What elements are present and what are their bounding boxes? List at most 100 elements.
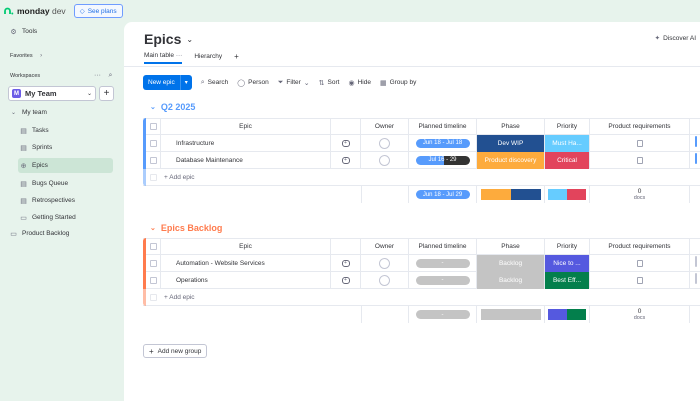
sidebar-tools[interactable]: ⚙ Tools (10, 28, 37, 36)
table-row[interactable]: Database Maintenance + Jul 16 - 29 Produ… (143, 151, 700, 169)
owner-cell[interactable] (361, 151, 409, 169)
column-header-phase[interactable]: Phase (477, 118, 545, 135)
row-checkbox[interactable] (146, 271, 161, 289)
search-button[interactable]: ⌕ Search (201, 79, 229, 87)
row-checkbox[interactable] (146, 151, 161, 169)
owner-cell[interactable] (361, 254, 409, 272)
chevron-down-icon[interactable]: ▾ (179, 75, 192, 90)
owner-cell[interactable] (361, 134, 409, 152)
tab-hierarchy[interactable]: Hierarchy (194, 53, 222, 63)
priority-cell[interactable]: Must Ha... (545, 134, 590, 152)
group-header-q2-2025[interactable]: ⌄ Q2 2025 (150, 102, 195, 112)
row-checkbox[interactable] (146, 254, 161, 272)
phase-cell[interactable]: Dev WIP (477, 134, 545, 152)
discover-ai-button[interactable]: ✦ Discover AI (655, 34, 696, 43)
timeline-cell[interactable]: - (409, 271, 477, 289)
hide-button[interactable]: ◉ Hide (348, 79, 370, 87)
phase-cell[interactable]: Backlog (477, 271, 545, 289)
add-item-input[interactable]: + Add epic (161, 174, 195, 181)
phase-cell[interactable]: Backlog (477, 254, 545, 272)
select-all-checkbox[interactable] (146, 118, 161, 135)
add-view-button[interactable]: + (234, 52, 239, 64)
column-header-priority[interactable]: Priority (545, 238, 590, 255)
page-title[interactable]: Epics ⌄ (144, 31, 193, 47)
tab-main-table[interactable]: Main table ··· (144, 52, 183, 64)
updates-button[interactable]: + (331, 271, 361, 289)
avatar-placeholder-icon (379, 154, 390, 166)
column-header-epic[interactable]: Epic (161, 238, 331, 255)
search-icon[interactable]: ⌕ (107, 72, 114, 79)
sidebar-folder-my-team[interactable]: ⌄ My team (10, 109, 47, 116)
person-filter-button[interactable]: ◯ Person (237, 79, 268, 87)
docs-count: 0 (637, 307, 642, 315)
timeline-cell[interactable]: Jul 16 - 29 (409, 151, 477, 169)
owner-cell[interactable] (361, 271, 409, 289)
tab-label: Hierarchy (194, 53, 223, 60)
row-checkbox[interactable] (146, 134, 161, 152)
table-row[interactable]: Operations + - Backlog Best Eff... (143, 271, 700, 289)
column-header-priority[interactable]: Priority (545, 118, 590, 135)
priority-cell[interactable]: Critical (545, 151, 590, 169)
table-row[interactable]: Infrastructure + Jun 18 - Jul 18 Dev WIP… (143, 134, 700, 152)
sidebar-product-backlog[interactable]: ▭ Product Backlog (10, 230, 69, 238)
add-item-row[interactable]: + Add epic (143, 168, 700, 186)
sidebar-item-getting-started[interactable]: ▭ Getting Started (18, 210, 113, 225)
logo[interactable]: monday dev (4, 6, 66, 16)
item-name[interactable]: Operations (161, 271, 331, 289)
phase-cell[interactable]: Product discovery (477, 151, 545, 169)
requirements-cell[interactable] (590, 134, 690, 152)
select-all-checkbox[interactable] (146, 238, 161, 255)
chevron-down-icon[interactable]: ⌄ (150, 103, 156, 111)
priority-cell[interactable]: Nice to ... (545, 254, 590, 272)
column-header-requirements[interactable]: Product requirements (590, 118, 690, 135)
filter-label: Filter (286, 79, 301, 86)
workspace-selector[interactable]: M My Team ⌄ (8, 86, 96, 101)
filter-button[interactable]: ⏷ Filter ⌄ (278, 79, 310, 87)
add-item-row[interactable]: + Add epic (143, 288, 700, 306)
timeline-cell[interactable]: - (409, 254, 477, 272)
sidebar-favorites[interactable]: Favorites › (10, 52, 45, 59)
requirements-cell[interactable] (590, 151, 690, 169)
add-group-button[interactable]: + Add new group (143, 344, 208, 358)
column-header-timeline[interactable]: Planned timeline (409, 118, 477, 135)
column-header-owner[interactable]: Owner (361, 118, 409, 135)
requirements-cell[interactable] (590, 271, 690, 289)
group-by-button[interactable]: ▦ Group by (380, 79, 416, 87)
phase-distribution-bar (480, 189, 541, 200)
add-item-input[interactable]: + Add epic (161, 294, 195, 301)
updates-button[interactable]: + (331, 151, 361, 169)
requirements-cell[interactable] (590, 254, 690, 272)
chevron-down-icon[interactable]: ⌄ (150, 224, 156, 232)
column-header-epic[interactable]: Epic (161, 118, 331, 135)
add-workspace-button[interactable]: + (99, 86, 114, 101)
more-icon[interactable]: ··· (176, 52, 183, 59)
item-name[interactable]: Database Maintenance (161, 151, 331, 169)
sidebar-item-epics[interactable]: ⊕ Epics (18, 158, 113, 173)
column-header-owner[interactable]: Owner (361, 238, 409, 255)
new-item-button[interactable]: New epic ▾ (143, 75, 192, 90)
avatar-placeholder-icon (379, 257, 390, 269)
item-name[interactable]: Automation - Website Services (161, 254, 331, 272)
sidebar-item-tasks[interactable]: ▤ Tasks (18, 123, 113, 138)
column-edge-marker (695, 273, 697, 284)
globe-icon: ⊕ (20, 162, 27, 170)
table-row[interactable]: Automation - Website Services + - Backlo… (143, 254, 700, 272)
see-plans-button[interactable]: ◇ See plans (73, 4, 123, 18)
sidebar-item-retrospectives[interactable]: ▤ Retrospectives (18, 193, 113, 208)
column-header-phase[interactable]: Phase (477, 238, 545, 255)
sidebar-item-bugs-queue[interactable]: ▤ Bugs Queue (18, 176, 113, 191)
group-header-epics-backlog[interactable]: ⌄ Epics Backlog (150, 223, 222, 233)
diamond-icon: ◇ (79, 8, 85, 15)
timeline-cell[interactable]: Jun 18 - Jul 18 (409, 134, 477, 152)
see-plans-label: See plans (87, 7, 117, 15)
column-header-timeline[interactable]: Planned timeline (409, 238, 477, 255)
sidebar-item-sprints[interactable]: ▤ Sprints (18, 140, 113, 155)
doc-icon (636, 139, 643, 147)
sort-button[interactable]: ⇅ Sort (319, 79, 340, 87)
updates-button[interactable]: + (331, 254, 361, 272)
updates-button[interactable]: + (331, 134, 361, 152)
more-icon[interactable]: ··· (94, 72, 101, 79)
column-header-requirements[interactable]: Product requirements (590, 238, 690, 255)
priority-cell[interactable]: Best Eff... (545, 271, 590, 289)
item-name[interactable]: Infrastructure (161, 134, 331, 152)
